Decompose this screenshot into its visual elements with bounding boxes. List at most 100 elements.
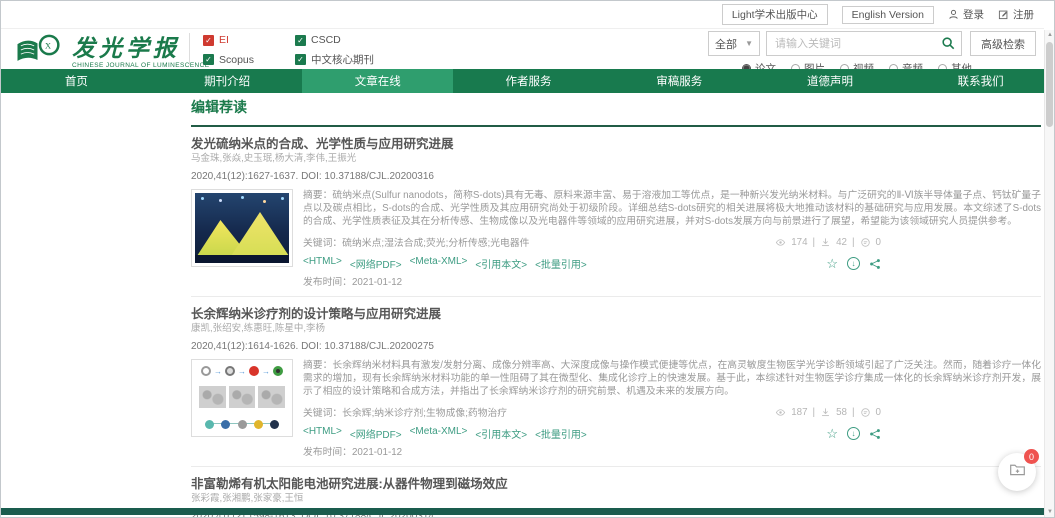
- pdf-link[interactable]: <网络PDF>: [350, 426, 402, 441]
- article-thumbnail[interactable]: [191, 189, 293, 267]
- download-circle-icon[interactable]: ↓: [847, 257, 860, 270]
- search-scope-select[interactable]: 全部 ▼: [708, 31, 760, 56]
- article-title[interactable]: 非富勒烯有机太阳能电池研究进展:从器件物理到磁场效应: [191, 477, 1041, 491]
- register-label: 注册: [1013, 7, 1034, 22]
- nav-item-ethics[interactable]: 道德声明: [755, 69, 906, 93]
- article-citation: 2020,41(12):1614-1626. DOI: 10.37188/CJL…: [191, 341, 1041, 353]
- vertical-divider: [189, 33, 190, 65]
- article-title[interactable]: 发光硫纳米点的合成、光学性质与应用研究进展: [191, 137, 1041, 151]
- chevron-down-icon: ▼: [745, 39, 753, 48]
- article-authors: 康凯,张绍安,练惠旺,陈星中,李杨: [191, 323, 1041, 334]
- journal-logo[interactable]: X 发光学报 CHINESE JOURNAL OF LUMINESCENCE: [15, 32, 209, 73]
- index-badge-core: ✓ 中文核心期刊: [295, 52, 374, 67]
- thumbnail-image-sulfur-piles: [195, 193, 289, 263]
- index-badge-ei: ✓ EI: [203, 34, 281, 46]
- comments-count: 0: [876, 407, 881, 418]
- html-link[interactable]: <HTML>: [303, 256, 342, 271]
- login-link[interactable]: 登录: [948, 7, 984, 22]
- article-thumbnail[interactable]: →→ →: [191, 359, 293, 437]
- nav-item-author-services[interactable]: 作者服务: [453, 69, 604, 93]
- article-title[interactable]: 长余辉纳米诊疗剂的设计策略与应用研究进展: [191, 307, 1041, 321]
- batch-cite-link[interactable]: <批量引用>: [535, 256, 587, 271]
- header: X 发光学报 CHINESE JOURNAL OF LUMINESCENCE ✓…: [1, 29, 1044, 69]
- downloads-icon: [820, 407, 831, 418]
- scrollbar-thumb[interactable]: [1046, 42, 1053, 127]
- advanced-search-button[interactable]: 高级检索: [970, 31, 1036, 56]
- article-item: 长余辉纳米诊疗剂的设计策略与应用研究进展 康凯,张绍安,练惠旺,陈星中,李杨 2…: [191, 297, 1041, 467]
- notification-badge: 0: [1024, 449, 1039, 464]
- editor-recommended-section: 编辑荐读 发光硫纳米点的合成、光学性质与应用研究进展 马金珠,张焱,史玉珉,杨大…: [191, 97, 1041, 518]
- article-authors: 张彩霞,张湘鹏,张家豪,王恒: [191, 493, 1041, 504]
- index-badges: ✓ EI ✓ CSCD ✓ Scopus ✓ 中文核心期刊: [203, 34, 374, 67]
- article-keywords: 关键词：长余辉;纳米诊疗剂;生物成像;药物治疗: [303, 405, 507, 419]
- scroll-up-arrow[interactable]: ▲: [1045, 32, 1055, 38]
- floating-collection-button[interactable]: 0: [998, 453, 1036, 491]
- batch-cite-link[interactable]: <批量引用>: [535, 426, 587, 441]
- journal-homepage: Light学术出版中心 English Version 登录 注册 X: [0, 0, 1055, 518]
- favorite-star-icon[interactable]: ☆: [826, 257, 838, 270]
- search-scope-value: 全部: [715, 36, 737, 52]
- article-abstract: 摘要：长余辉纳米材料具有激发/发射分离、成像分辨率高、大深度成像与操作模式便捷等…: [303, 359, 1041, 398]
- publish-date: 发布时间：2021-01-12: [303, 444, 1041, 458]
- journal-logo-icon: X: [15, 32, 65, 73]
- article-item: 发光硫纳米点的合成、光学性质与应用研究进展 马金珠,张焱,史玉珉,杨大清,李伟,…: [191, 127, 1041, 297]
- comments-icon: [860, 237, 871, 248]
- nav-item-review-services[interactable]: 审稿服务: [604, 69, 755, 93]
- cite-article-link[interactable]: <引用本文>: [475, 256, 527, 271]
- views-icon: [775, 237, 786, 248]
- favorite-star-icon[interactable]: ☆: [826, 427, 838, 440]
- checkbox-checked-icon: ✓: [295, 54, 306, 65]
- downloads-count: 58: [836, 407, 847, 418]
- nav-item-articles-online[interactable]: 文章在线: [302, 69, 453, 93]
- article-citation: 2020,41(12):1627-1637. DOI: 10.37188/CJL…: [191, 171, 1041, 183]
- article-stats: 174 | 42 | 0: [775, 237, 881, 248]
- views-count: 187: [791, 407, 807, 418]
- index-badge-scopus: ✓ Scopus: [203, 52, 281, 67]
- share-icon[interactable]: [869, 258, 881, 270]
- vertical-scrollbar[interactable]: ▲ ▼: [1044, 30, 1054, 517]
- meta-xml-link[interactable]: <Meta-XML>: [410, 426, 468, 441]
- views-count: 174: [791, 237, 807, 248]
- views-icon: [775, 407, 786, 418]
- section-title: 编辑荐读: [191, 97, 1041, 127]
- light-center-button[interactable]: Light学术出版中心: [722, 4, 828, 25]
- scroll-down-arrow[interactable]: ▼: [1045, 509, 1055, 515]
- folder-plus-icon: [1009, 461, 1026, 483]
- html-link[interactable]: <HTML>: [303, 426, 342, 441]
- nav-item-journal-intro[interactable]: 期刊介绍: [152, 69, 303, 93]
- publish-date: 发布时间：2021-01-12: [303, 274, 1041, 288]
- user-icon: [948, 9, 959, 20]
- comments-icon: [860, 407, 871, 418]
- article-actions: ☆ ↓: [826, 257, 881, 270]
- search-input[interactable]: [766, 31, 962, 56]
- stat-separator: |: [813, 407, 816, 418]
- english-version-button[interactable]: English Version: [842, 6, 934, 24]
- checkbox-checked-icon: ✓: [203, 35, 214, 46]
- article-stats: 187 | 58 | 0: [775, 407, 881, 418]
- article-actions: ☆ ↓: [826, 427, 881, 440]
- stat-separator: |: [813, 237, 816, 248]
- top-utility-bar: Light学术出版中心 English Version 登录 注册: [1, 1, 1044, 29]
- register-icon: [998, 9, 1009, 20]
- search-icon[interactable]: [941, 36, 955, 55]
- article-links: <HTML> <网络PDF> <Meta-XML> <引用本文> <批量引用>: [303, 256, 587, 271]
- cite-article-link[interactable]: <引用本文>: [475, 426, 527, 441]
- meta-xml-link[interactable]: <Meta-XML>: [410, 256, 468, 271]
- footer-bar: [1, 508, 1044, 515]
- svg-text:X: X: [45, 41, 51, 50]
- register-link[interactable]: 注册: [998, 7, 1034, 22]
- login-label: 登录: [963, 7, 984, 22]
- nav-item-contact[interactable]: 联系我们: [905, 69, 1055, 93]
- nav-item-home[interactable]: 首页: [1, 69, 152, 93]
- article-abstract: 摘要：硫纳米点(Sulfur nanodots，简称S-dots)具有无毒、原料…: [303, 189, 1041, 228]
- thumbnail-image-nano-scheme: →→ →: [195, 363, 289, 433]
- checkbox-checked-icon: ✓: [295, 35, 306, 46]
- index-badge-cscd: ✓ CSCD: [295, 34, 374, 46]
- share-icon[interactable]: [869, 428, 881, 440]
- article-authors: 马金珠,张焱,史玉珉,杨大清,李伟,王振光: [191, 153, 1041, 164]
- pdf-link[interactable]: <网络PDF>: [350, 256, 402, 271]
- main-nav: 首页 期刊介绍 文章在线 作者服务 审稿服务 道德声明 联系我们: [1, 69, 1055, 93]
- downloads-count: 42: [836, 237, 847, 248]
- comments-count: 0: [876, 237, 881, 248]
- download-circle-icon[interactable]: ↓: [847, 427, 860, 440]
